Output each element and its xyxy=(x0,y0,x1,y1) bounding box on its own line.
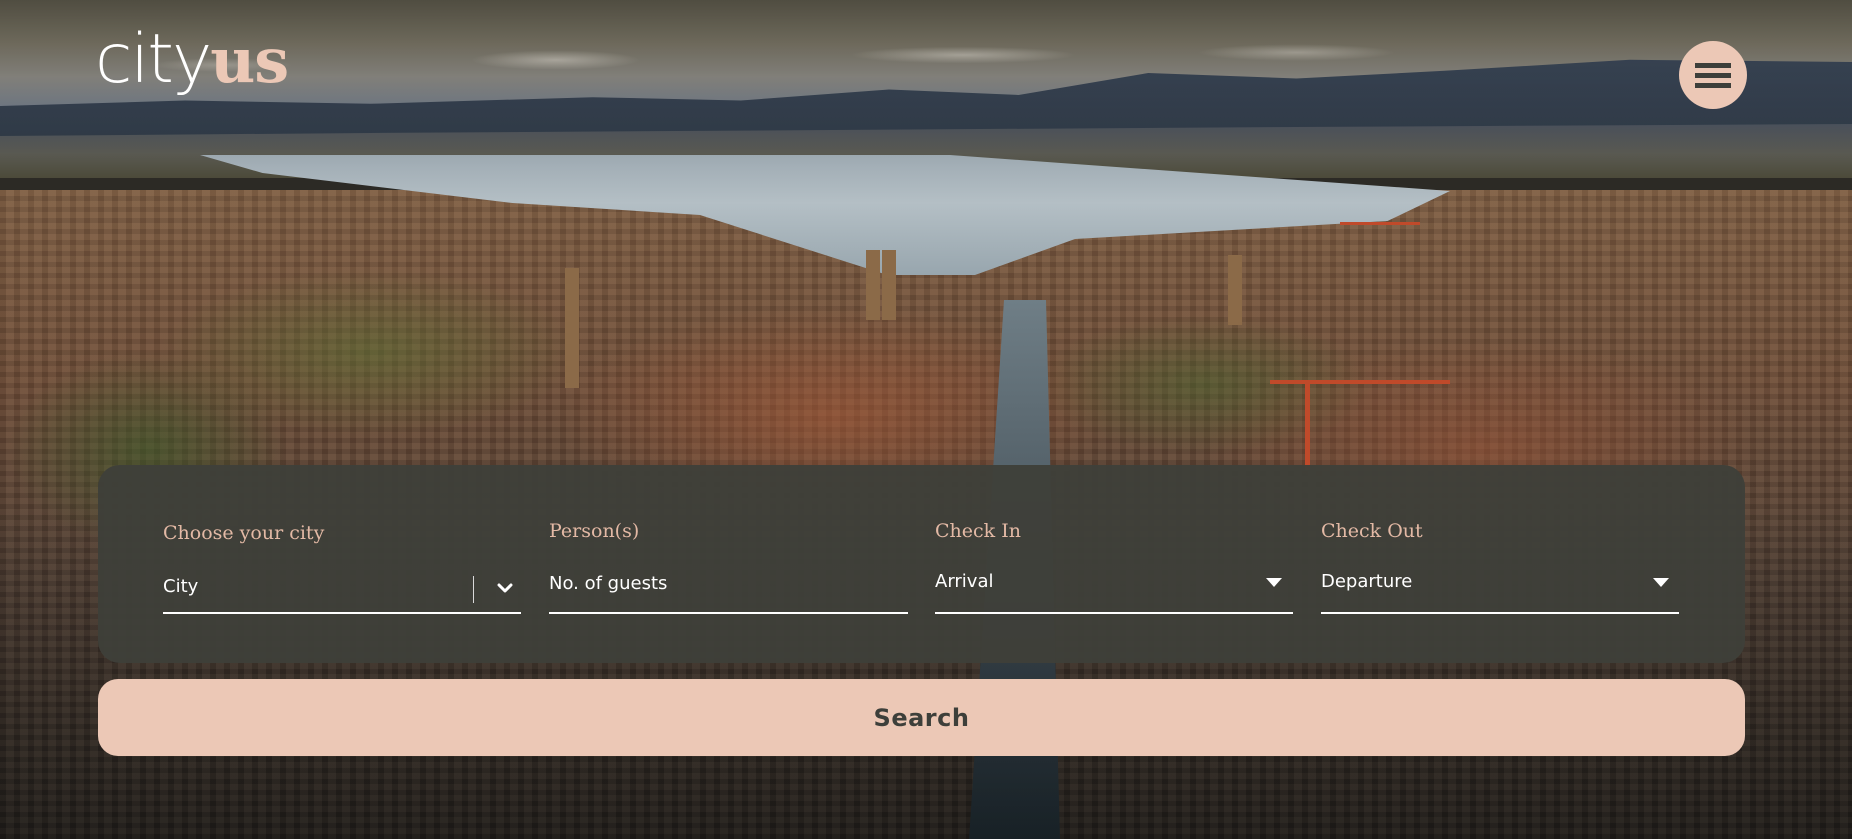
city-underline xyxy=(163,612,521,614)
check-out-value: Departure xyxy=(1321,571,1413,592)
menu-button[interactable] xyxy=(1679,41,1747,109)
caret-down-icon[interactable] xyxy=(1266,578,1282,587)
chevron-down-icon[interactable] xyxy=(494,577,516,599)
city-label: Choose your city xyxy=(163,522,325,544)
logo-text-us: us xyxy=(210,24,289,97)
guests-input-placeholder: No. of guests xyxy=(549,573,668,594)
search-button[interactable]: Search xyxy=(98,679,1745,756)
caret-down-icon[interactable] xyxy=(1653,578,1669,587)
guests-label: Person(s) xyxy=(549,520,640,542)
check-in-value: Arrival xyxy=(935,571,994,592)
city-select[interactable] xyxy=(163,560,521,614)
hamburger-menu-icon xyxy=(1695,72,1731,78)
hamburger-menu-icon xyxy=(1695,62,1731,68)
check-in-underline xyxy=(935,612,1293,614)
city-select-value: City xyxy=(163,576,199,597)
check-out-underline xyxy=(1321,612,1679,614)
guests-field: Person(s) No. of guests xyxy=(549,465,908,663)
check-in-field: Check In Arrival xyxy=(935,465,1293,663)
check-in-label: Check In xyxy=(935,520,1021,542)
logo[interactable]: city us xyxy=(95,20,289,116)
logo-text-city: city xyxy=(95,20,212,99)
city-field: Choose your city City xyxy=(163,465,521,663)
check-out-label: Check Out xyxy=(1321,520,1423,542)
select-divider xyxy=(473,576,474,603)
guests-underline xyxy=(549,612,908,614)
check-out-field: Check Out Departure xyxy=(1321,465,1679,663)
hamburger-menu-icon xyxy=(1695,82,1731,88)
search-panel: Choose your city City Person(s) No. of g… xyxy=(98,465,1745,663)
